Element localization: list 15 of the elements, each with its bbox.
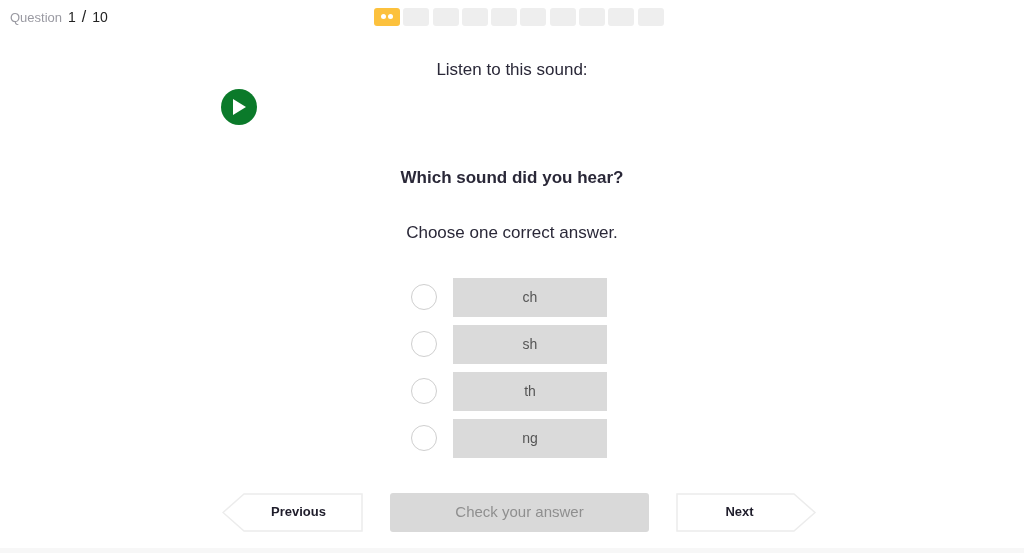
play-icon [232, 98, 246, 115]
answer-option[interactable]: sh [453, 324, 607, 364]
previous-button[interactable]: Previous [222, 492, 363, 532]
question-total: 10 [92, 7, 108, 27]
play-button[interactable] [221, 88, 257, 125]
separator: / [81, 6, 87, 27]
answer-option[interactable]: th [453, 371, 607, 411]
answer-option[interactable]: ng [453, 418, 607, 458]
question-number: 1 [68, 7, 76, 27]
question-text: Which sound did you hear? [400, 166, 624, 189]
answer-option[interactable]: ch [453, 277, 607, 317]
instruction-text: Choose one correct answer. [406, 222, 618, 244]
question-label: Question [10, 8, 63, 27]
prompt-text: Listen to this sound: [436, 59, 588, 81]
next-button[interactable]: Next [676, 492, 817, 532]
